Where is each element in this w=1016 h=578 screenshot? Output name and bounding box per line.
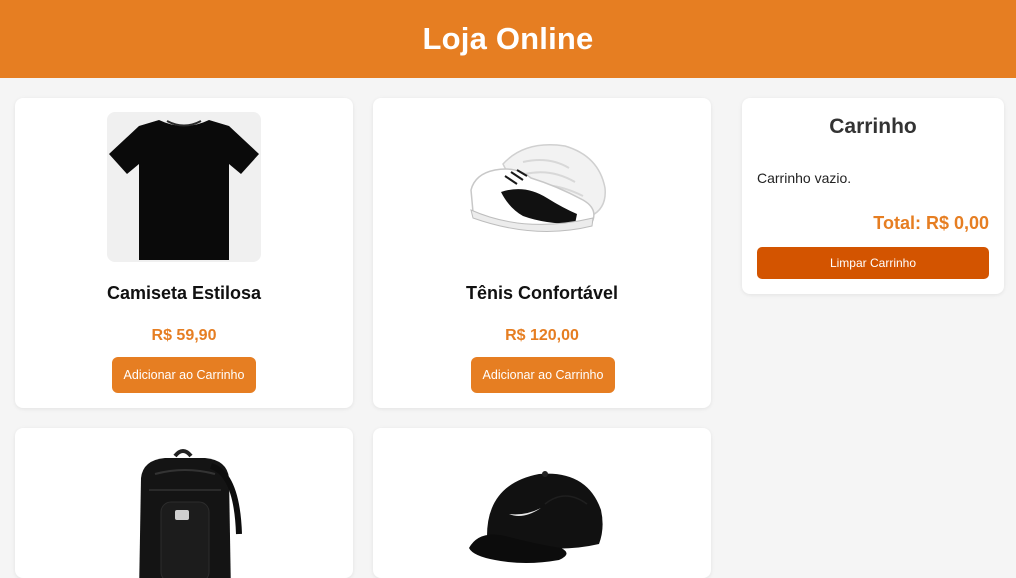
cart-empty-message: Carrinho vazio. (757, 170, 852, 186)
product-name: Camiseta Estilosa (106, 283, 262, 303)
site-title: Loja Online (422, 21, 594, 56)
cart-panel: Carrinho Carrinho vazio. Total: R$ 0,00 … (742, 98, 1004, 294)
product-card-backpack (15, 428, 353, 578)
product-image-tshirt (107, 112, 261, 262)
cart-total: Total: R$ 0,00 (873, 213, 989, 233)
cart-title: Carrinho (829, 115, 917, 138)
product-card-cap (373, 428, 711, 578)
product-name: Tênis Confortável (465, 283, 619, 303)
product-card-sneaker: Tênis Confortável R$ 120,00 Adicionar ao… (373, 98, 711, 408)
product-price: R$ 59,90 (151, 327, 217, 344)
product-image-backpack (107, 444, 261, 578)
clear-cart-button[interactable]: Limpar Carrinho (757, 247, 989, 279)
add-to-cart-button[interactable]: Adicionar ao Carrinho (471, 357, 615, 393)
product-price: R$ 120,00 (505, 327, 579, 344)
product-image-cap (465, 444, 619, 578)
product-card-tshirt: Camiseta Estilosa R$ 59,90 Adicionar ao … (15, 98, 353, 408)
site-header: Loja Online (0, 0, 1016, 78)
add-to-cart-button[interactable]: Adicionar ao Carrinho (112, 357, 256, 393)
product-image-sneaker (465, 112, 619, 262)
